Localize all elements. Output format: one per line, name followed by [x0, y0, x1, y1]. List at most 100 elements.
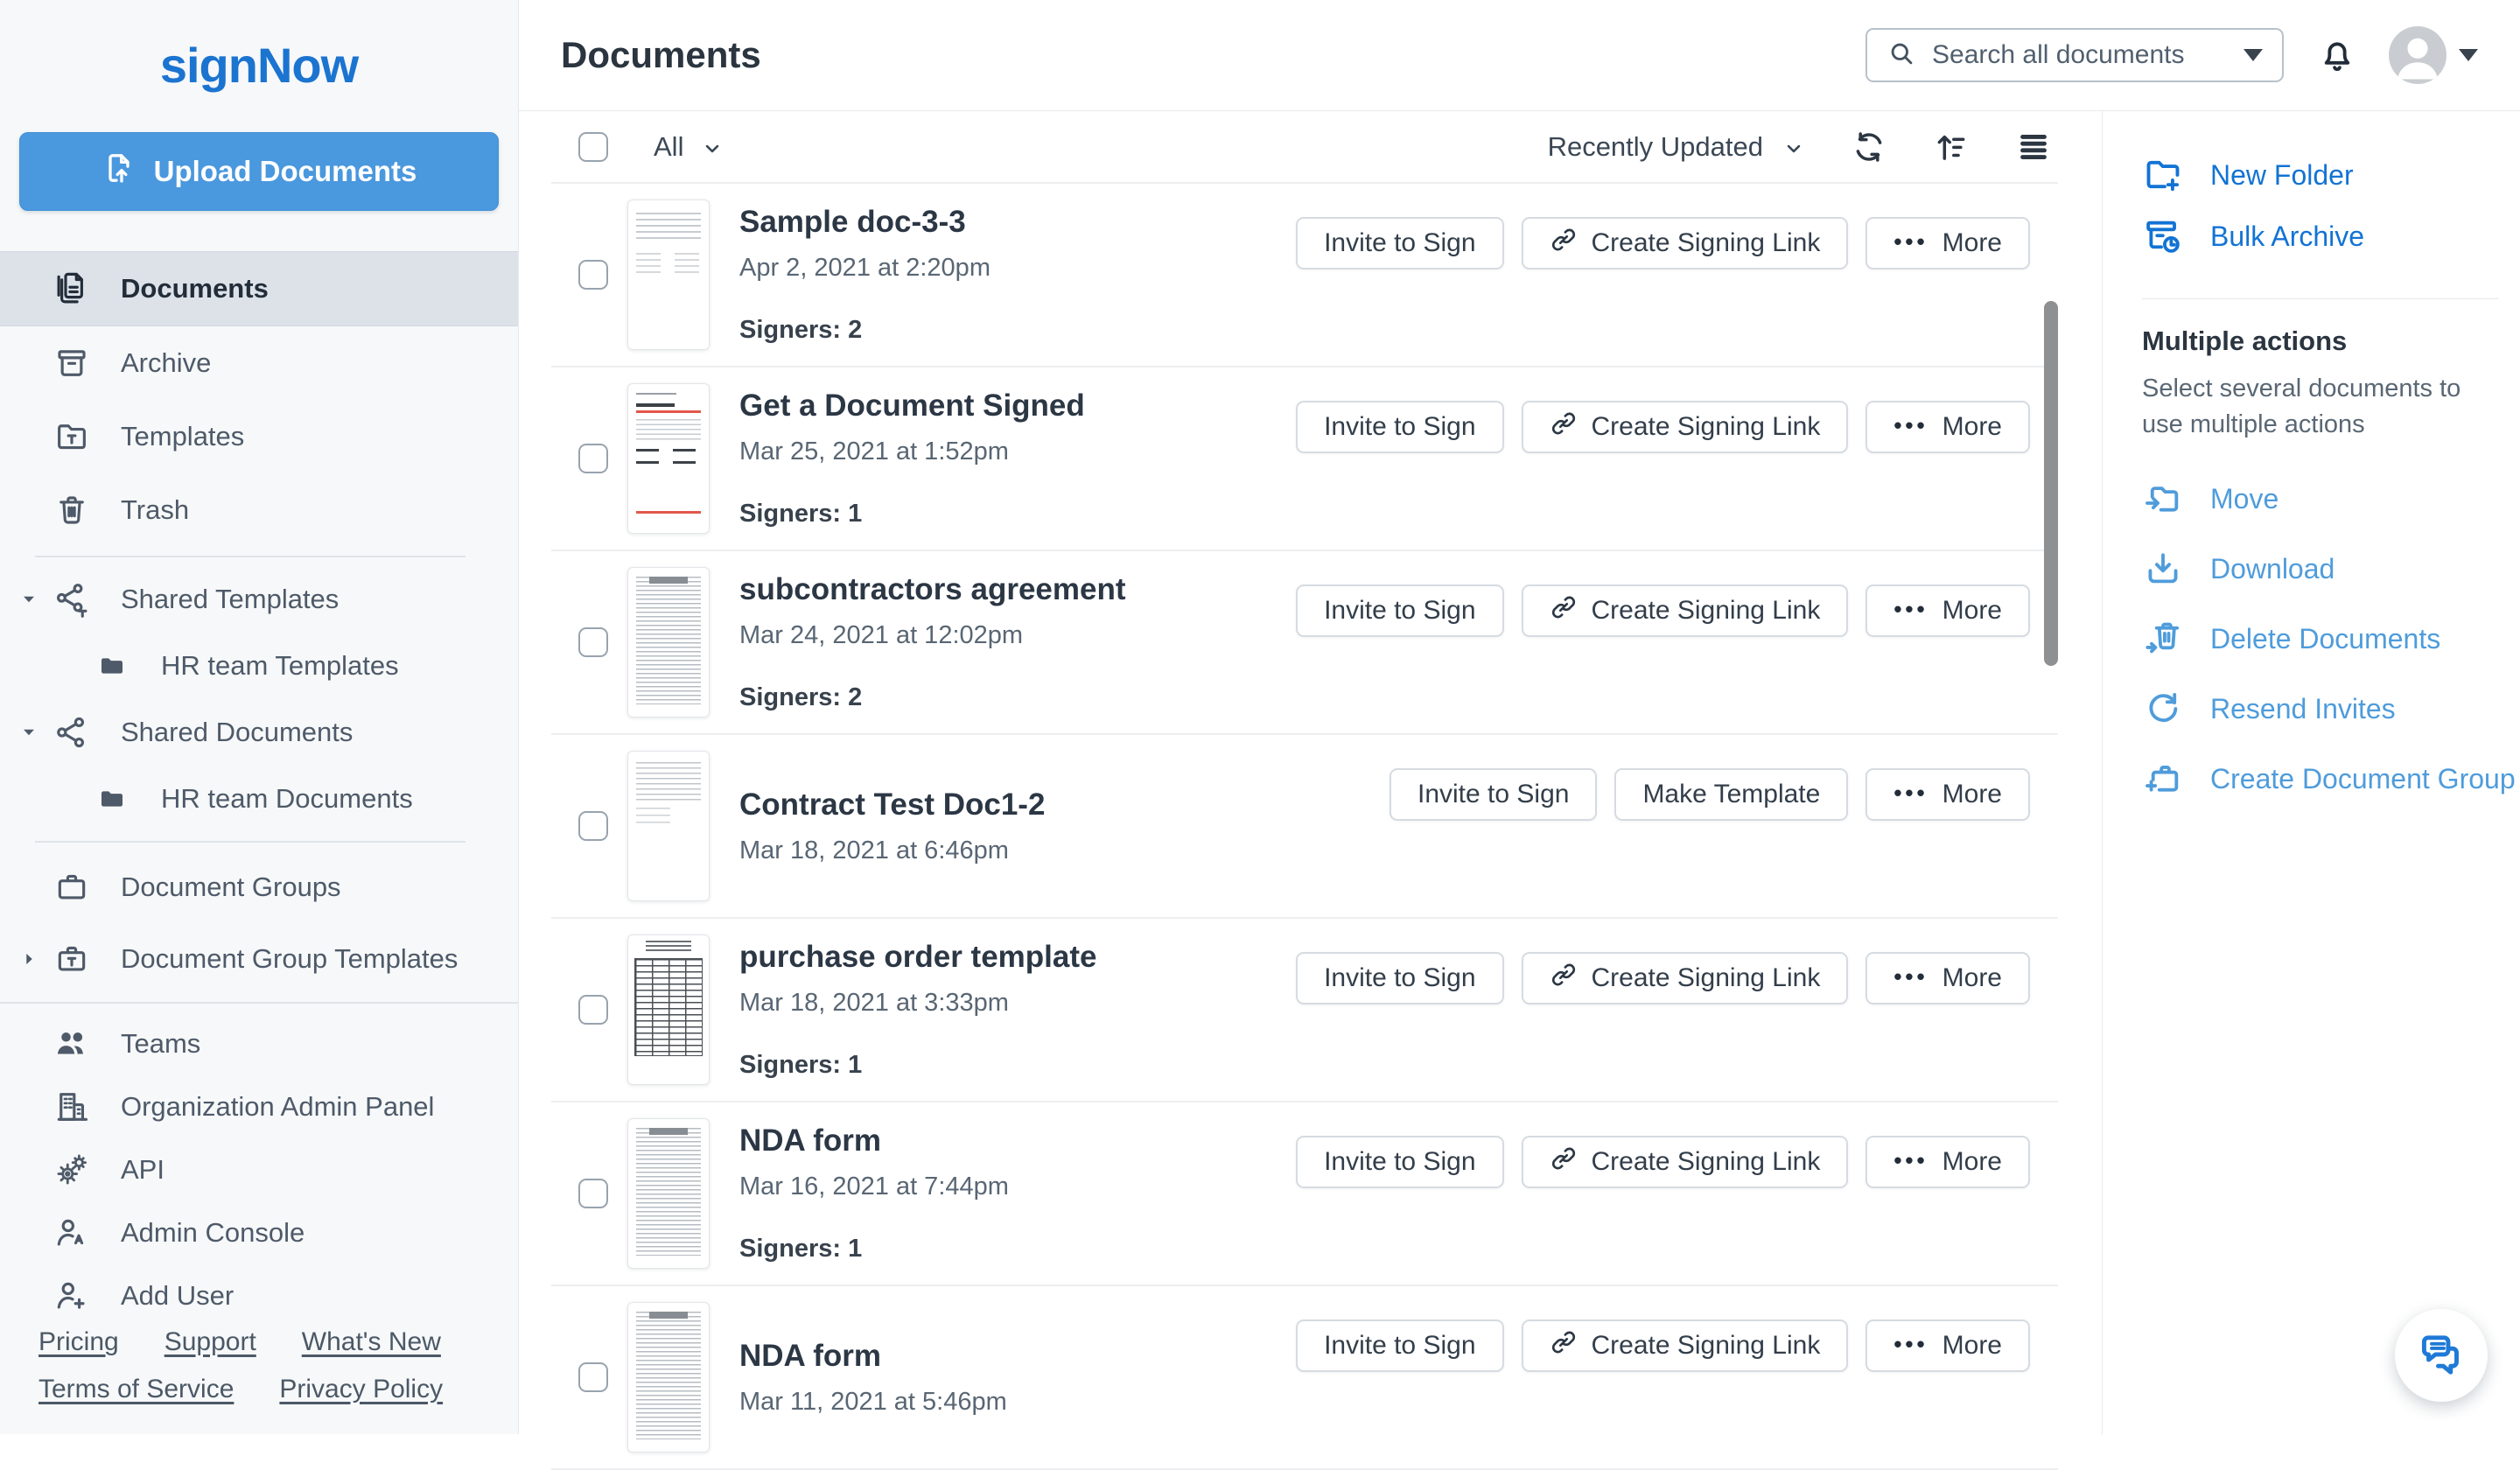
row-checkbox[interactable] — [578, 1179, 608, 1208]
sidebar-item-teams[interactable]: Teams — [0, 1012, 518, 1075]
row-checkbox[interactable] — [578, 627, 608, 657]
sidebar-item-hr-team-templates[interactable]: HR team Templates — [0, 633, 518, 699]
link-icon — [1550, 593, 1578, 628]
upload-documents-button[interactable]: Upload Documents — [19, 132, 499, 211]
more-button[interactable]: •••More — [1866, 584, 2030, 637]
content-area: All Recently Updated — [519, 111, 2520, 1434]
document-thumbnail[interactable] — [627, 751, 710, 901]
sidebar-item-admin-console[interactable]: Admin Console — [0, 1201, 518, 1264]
account-menu[interactable] — [2389, 26, 2478, 84]
document-thumbnail[interactable] — [627, 1302, 710, 1452]
sidebar-item-label: Teams — [121, 1028, 200, 1060]
download-link[interactable]: Download — [2142, 534, 2520, 604]
invite-to-sign-button[interactable]: Invite to Sign — [1390, 768, 1597, 821]
invite-to-sign-button[interactable]: Invite to Sign — [1296, 401, 1503, 453]
sidebar-item-api[interactable]: API — [0, 1138, 518, 1201]
move-link[interactable]: Move — [2142, 464, 2520, 534]
refresh-button[interactable] — [1851, 129, 1887, 165]
view-density-button[interactable] — [2015, 129, 2052, 165]
sidebar-item-organization-admin-panel[interactable]: Organization Admin Panel — [0, 1075, 518, 1138]
row-checkbox[interactable] — [578, 260, 608, 290]
sidebar-item-shared-templates[interactable]: Shared Templates — [0, 566, 518, 633]
sidebar-item-add-user[interactable]: Add User — [0, 1264, 518, 1327]
row-checkbox[interactable] — [578, 995, 608, 1025]
more-button[interactable]: •••More — [1866, 1320, 2030, 1372]
document-title[interactable]: purchase order template — [739, 940, 1096, 975]
avatar[interactable] — [2389, 26, 2446, 84]
footer-link-support[interactable]: Support — [164, 1327, 256, 1357]
footer-link-privacy-policy[interactable]: Privacy Policy — [279, 1375, 443, 1404]
button-label: Invite to Sign — [1324, 412, 1475, 442]
invite-to-sign-button[interactable]: Invite to Sign — [1296, 1136, 1503, 1188]
caret-down-icon[interactable] — [18, 721, 40, 744]
sidebar-item-label: API — [121, 1154, 164, 1186]
create-signing-link-button[interactable]: Create Signing Link — [1522, 952, 1849, 1004]
link-icon — [1550, 226, 1578, 261]
document-title[interactable]: NDA form — [739, 1339, 1007, 1374]
main-column: Documents All — [519, 0, 2520, 1434]
row-checkbox[interactable] — [578, 444, 608, 473]
invite-to-sign-button[interactable]: Invite to Sign — [1296, 584, 1503, 637]
search-box[interactable] — [1866, 28, 2284, 82]
caret-right-icon[interactable] — [18, 948, 40, 970]
sidebar-item-documents[interactable]: Documents — [0, 251, 518, 326]
document-title[interactable]: subcontractors agreement — [739, 572, 1126, 607]
more-button[interactable]: •••More — [1866, 952, 2030, 1004]
account-caret-icon[interactable] — [2459, 49, 2478, 61]
search-input[interactable] — [1930, 39, 2230, 71]
create-signing-link-button[interactable]: Create Signing Link — [1522, 584, 1849, 637]
row-checkbox[interactable] — [578, 1362, 608, 1392]
sidebar-item-archive[interactable]: Archive — [0, 326, 518, 400]
make-template-button[interactable]: Make Template — [1614, 768, 1848, 821]
more-button[interactable]: •••More — [1866, 1136, 2030, 1188]
create-signing-link-button[interactable]: Create Signing Link — [1522, 1320, 1849, 1372]
scrollbar-thumb[interactable] — [2044, 301, 2058, 666]
invite-to-sign-button[interactable]: Invite to Sign — [1296, 952, 1503, 1004]
row-checkbox[interactable] — [578, 811, 608, 841]
sidebar-item-document-group-templates[interactable]: Document Group Templates — [0, 923, 518, 995]
document-title[interactable]: NDA form — [739, 1124, 1009, 1158]
create-signing-link-button[interactable]: Create Signing Link — [1522, 401, 1849, 453]
sidebar-item-hr-team-documents[interactable]: HR team Documents — [0, 766, 518, 832]
sidebar-item-document-groups[interactable]: Document Groups — [0, 851, 518, 923]
document-thumbnail[interactable] — [627, 567, 710, 718]
chat-button[interactable] — [2395, 1309, 2488, 1402]
document-title[interactable]: Sample doc-3-3 — [739, 205, 990, 240]
sidebar-item-shared-documents[interactable]: Shared Documents — [0, 699, 518, 766]
create-signing-link-button[interactable]: Create Signing Link — [1522, 217, 1849, 270]
sort-dropdown[interactable]: Recently Updated — [1548, 131, 1805, 163]
caret-down-icon[interactable] — [18, 588, 40, 611]
document-thumbnail[interactable] — [627, 934, 710, 1085]
document-thumbnail[interactable] — [627, 200, 710, 350]
invite-to-sign-button[interactable]: Invite to Sign — [1296, 217, 1503, 270]
document-title[interactable]: Get a Document Signed — [739, 388, 1085, 424]
new-folder-link[interactable]: New Folder — [2142, 144, 2520, 206]
select-all-checkbox[interactable] — [578, 132, 608, 162]
sidebar-item-templates[interactable]: Templates — [0, 400, 518, 473]
button-label: Invite to Sign — [1324, 228, 1475, 258]
more-button[interactable]: •••More — [1866, 217, 2030, 270]
resend-invites-link[interactable]: Resend Invites — [2142, 674, 2520, 744]
filter-dropdown[interactable]: All — [654, 131, 724, 163]
footer-link-what-s-new[interactable]: What's New — [302, 1327, 441, 1357]
create-signing-link-button[interactable]: Create Signing Link — [1522, 1136, 1849, 1188]
document-row: NDA form Mar 11, 2021 at 5:46pm Invite t… — [551, 1286, 2058, 1470]
footer-link-pricing[interactable]: Pricing — [38, 1327, 119, 1357]
more-button[interactable]: •••More — [1866, 401, 2030, 453]
document-thumbnail[interactable] — [627, 383, 710, 534]
search-scope-caret-icon[interactable] — [2244, 49, 2263, 61]
more-button[interactable]: •••More — [1866, 768, 2030, 821]
invite-to-sign-button[interactable]: Invite to Sign — [1296, 1320, 1503, 1372]
panel-link-label: Create Document Group — [2210, 763, 2516, 795]
create-document-group-link[interactable]: Create Document Group — [2142, 744, 2520, 814]
delete-documents-link[interactable]: Delete Documents — [2142, 604, 2520, 674]
notifications-bell-button[interactable] — [2317, 35, 2357, 75]
sort-order-button[interactable] — [1933, 129, 1970, 165]
document-title[interactable]: Contract Test Doc1-2 — [739, 788, 1045, 822]
footer-link-terms-of-service[interactable]: Terms of Service — [38, 1375, 234, 1404]
document-thumbnail[interactable] — [627, 1118, 710, 1269]
chat-icon — [2417, 1329, 2466, 1382]
sidebar-item-trash[interactable]: Trash — [0, 473, 518, 547]
bulk-archive-link[interactable]: Bulk Archive — [2142, 206, 2520, 267]
download-icon — [2142, 549, 2184, 589]
